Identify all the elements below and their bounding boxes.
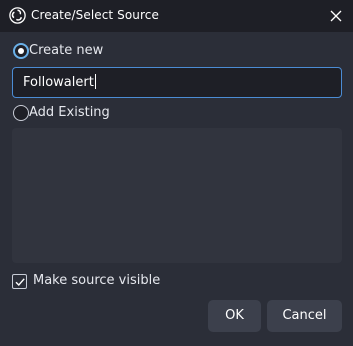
title-bar: Create/Select Source	[0, 0, 353, 32]
checkmark-icon	[15, 278, 25, 287]
source-name-value: Followalert	[23, 75, 94, 90]
obs-logo-icon	[9, 7, 26, 24]
source-name-input[interactable]: Followalert	[12, 67, 342, 98]
text-caret	[94, 74, 96, 89]
make-visible-checkbox[interactable]	[12, 274, 27, 289]
close-button[interactable]	[326, 6, 346, 26]
dialog-title: Create/Select Source	[31, 8, 159, 22]
create-new-radio[interactable]	[13, 43, 29, 59]
create-select-source-dialog: Create/Select Source Create new Followal…	[0, 0, 353, 346]
cancel-button[interactable]: Cancel	[267, 300, 342, 332]
make-visible-label[interactable]: Make source visible	[33, 273, 160, 288]
ok-button[interactable]: OK	[208, 300, 261, 332]
add-existing-label[interactable]: Add Existing	[29, 105, 110, 120]
close-icon	[330, 10, 342, 22]
add-existing-radio[interactable]	[13, 105, 29, 121]
create-new-label[interactable]: Create new	[29, 43, 103, 58]
existing-sources-list[interactable]	[12, 128, 342, 263]
